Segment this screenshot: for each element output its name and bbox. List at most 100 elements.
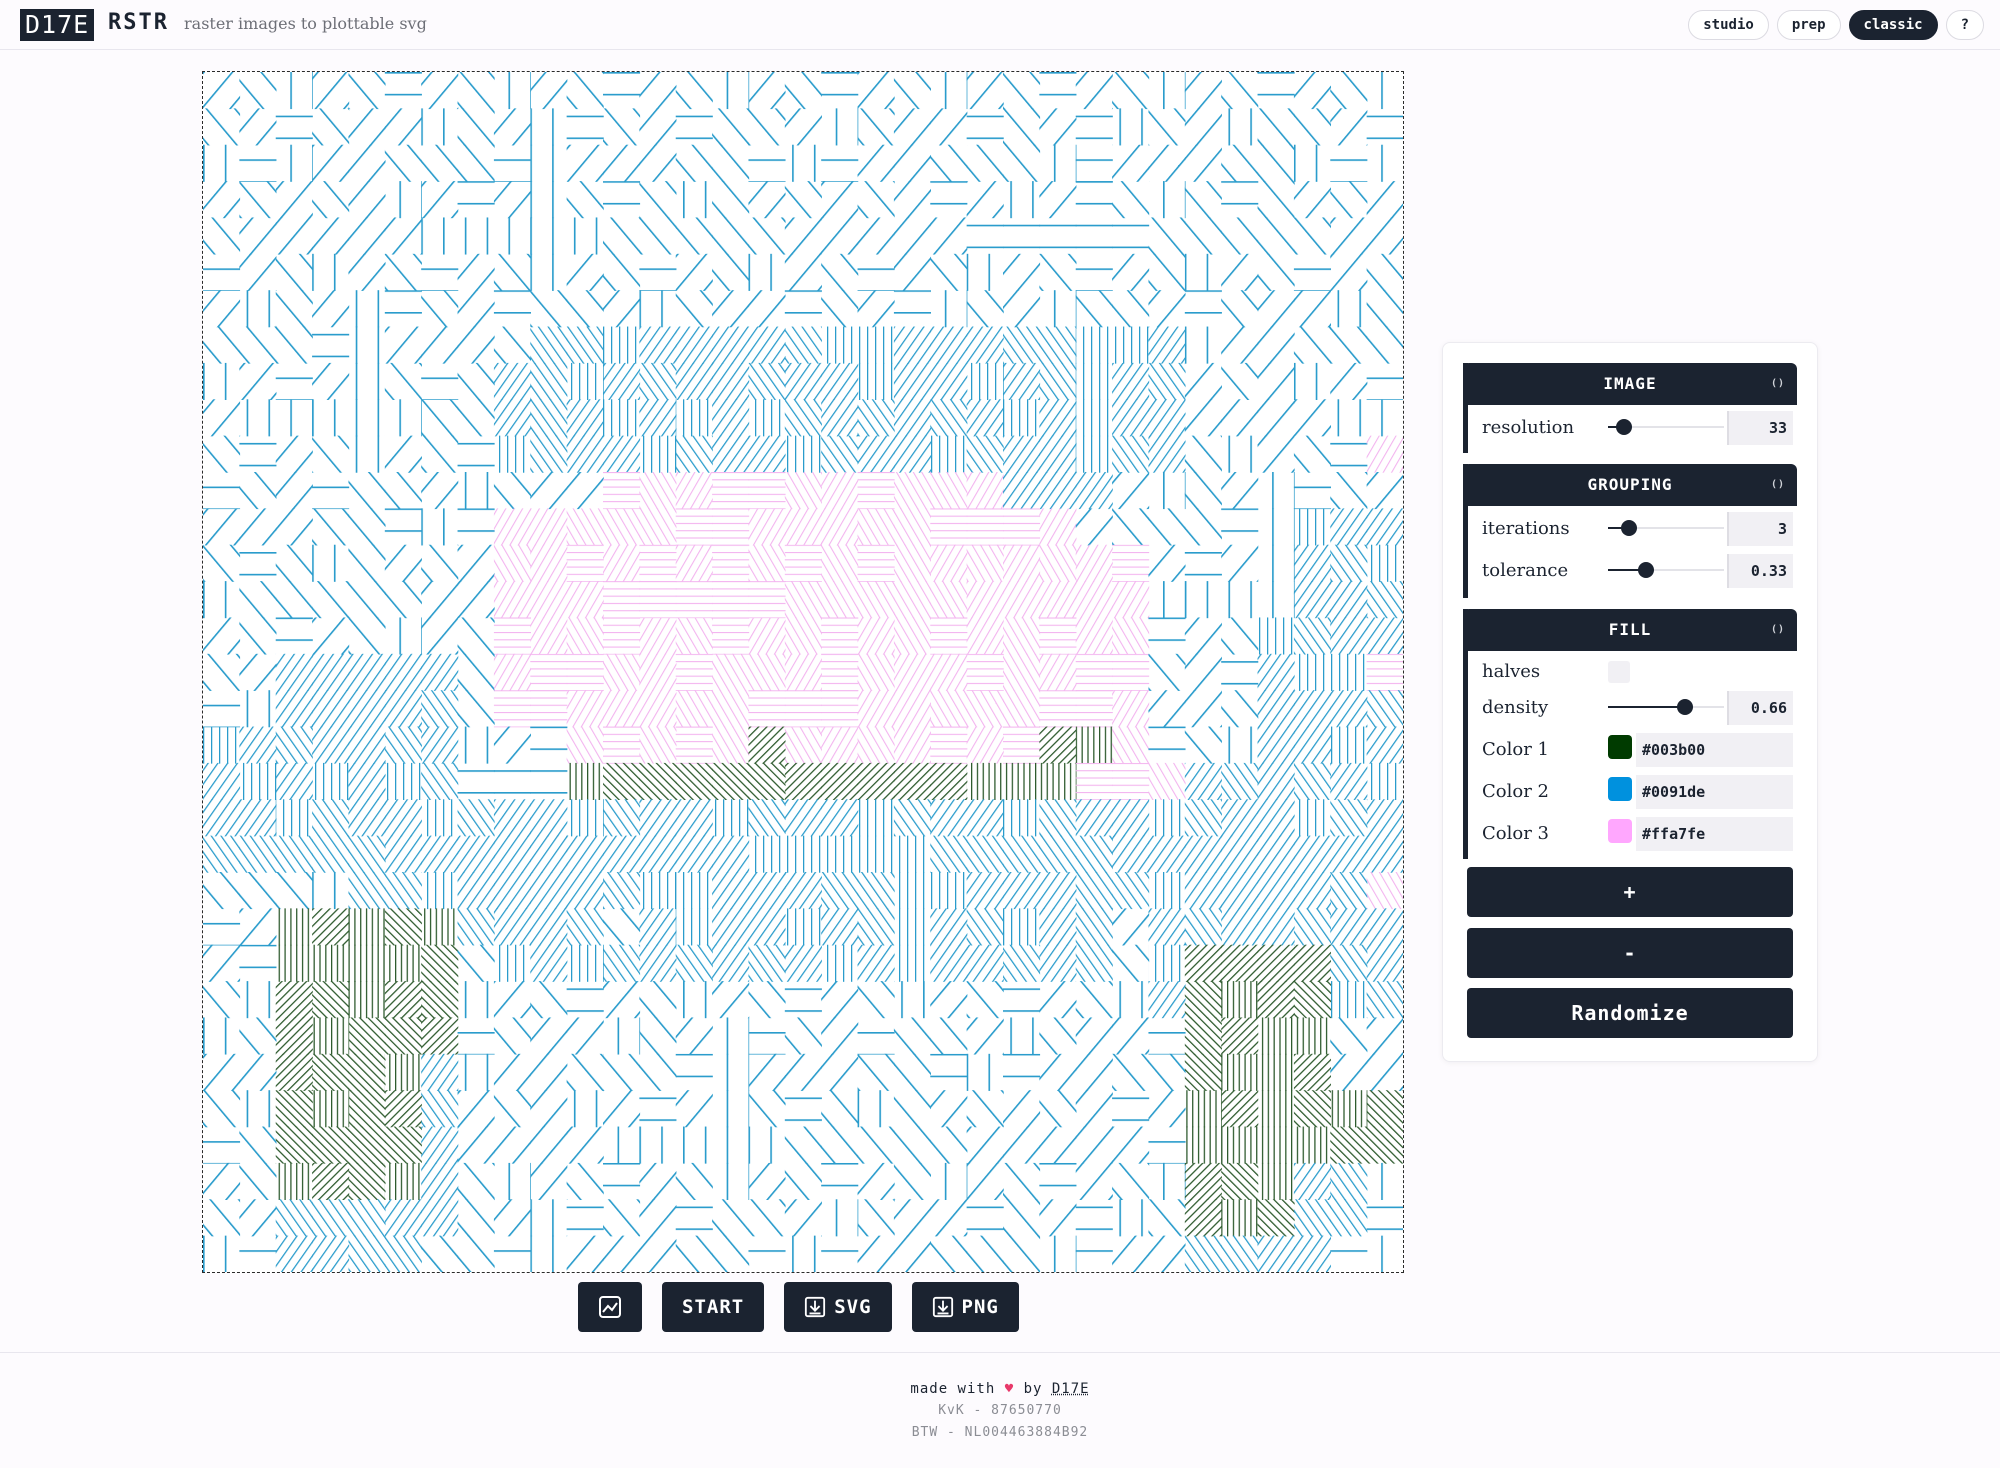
plot-cell: [966, 362, 1004, 401]
load-image-button[interactable]: [578, 1282, 642, 1332]
plot-cell: [748, 362, 786, 401]
plot-cell: [1148, 253, 1186, 291]
iterations-slider[interactable]: [1608, 520, 1724, 536]
halves-checkbox[interactable]: [1608, 661, 1630, 683]
plot-cell: [566, 253, 604, 291]
color-1-input[interactable]: #003b00: [1636, 733, 1793, 767]
tolerance-slider[interactable]: [1608, 562, 1724, 578]
color-2-swatch[interactable]: [1608, 777, 1632, 801]
plot-cell: [1039, 544, 1077, 582]
plot-cell: [530, 690, 568, 728]
iterations-slider-thumb[interactable]: [1620, 520, 1637, 536]
start-button[interactable]: START: [662, 1282, 765, 1332]
remove-color-button[interactable]: -: [1467, 928, 1793, 978]
randomize-button[interactable]: Randomize: [1467, 988, 1793, 1038]
plot-cell: [312, 1017, 350, 1055]
plot-cell: [203, 217, 241, 255]
plot-canvas[interactable]: [202, 71, 1404, 1273]
plot-cell: [530, 544, 568, 582]
plot-cell: [530, 1126, 568, 1164]
plot-cell: [493, 1017, 531, 1055]
plot-cell: [457, 326, 495, 364]
plot-cell: [893, 1090, 931, 1128]
plot-cell: [930, 399, 968, 437]
plot-cell: [893, 835, 931, 873]
tolerance-slider-thumb[interactable]: [1638, 562, 1655, 578]
collapse-icon[interactable]: (): [1771, 363, 1785, 405]
plot-cell: [1293, 326, 1331, 364]
plot-cell: [1003, 944, 1041, 982]
download-png-button[interactable]: PNG: [911, 1282, 1019, 1332]
plot-cell: [1112, 690, 1150, 728]
mode-classic-button[interactable]: classic: [1848, 10, 1938, 40]
plot-cell: [203, 1162, 241, 1200]
plot-cell: [821, 690, 859, 728]
density-input[interactable]: 0.66: [1727, 691, 1793, 725]
plot-cell: [966, 762, 1004, 800]
plot-cell: [1366, 508, 1403, 546]
resolution-row: resolution 33: [1478, 409, 1797, 447]
iterations-input[interactable]: 3: [1727, 512, 1793, 546]
color-3-swatch[interactable]: [1608, 819, 1632, 843]
plot-cell: [239, 362, 277, 401]
plot-cell: [275, 690, 313, 728]
plot-cell: [893, 762, 931, 800]
resolution-slider[interactable]: [1608, 419, 1724, 435]
mode-prep-button[interactable]: prep: [1776, 10, 1841, 40]
plot-cell: [1003, 1090, 1041, 1128]
plot-cell: [1330, 1162, 1368, 1200]
resolution-slider-thumb[interactable]: [1616, 419, 1633, 435]
tolerance-input[interactable]: 0.33: [1727, 554, 1793, 588]
plot-cell: [893, 435, 931, 473]
plot-cell: [1330, 981, 1368, 1019]
plot-cell: [312, 1199, 350, 1237]
author-link[interactable]: D17E: [1052, 1381, 1090, 1397]
plot-cell: [1293, 1090, 1331, 1128]
plot-cell: [1330, 1126, 1368, 1164]
plot-cell: [530, 1162, 568, 1200]
plot-cell: [530, 181, 568, 219]
fill-section-header[interactable]: FILL (): [1463, 609, 1797, 651]
plot-cell: [275, 326, 313, 364]
plot-cell: [821, 1235, 859, 1272]
plot-cell: [930, 253, 968, 291]
plot-cell: [275, 872, 313, 910]
plot-cell: [203, 690, 241, 728]
plot-cell: [1257, 1017, 1295, 1055]
plot-cell: [1075, 253, 1113, 291]
resolution-input[interactable]: 33: [1727, 411, 1793, 445]
plot-cell: [312, 944, 350, 982]
download-svg-button[interactable]: SVG: [784, 1282, 892, 1332]
logo[interactable]: D17E: [20, 9, 95, 41]
color-1-swatch[interactable]: [1608, 735, 1632, 759]
plot-cell: [966, 72, 1004, 110]
plot-cell: [203, 762, 241, 800]
density-slider-thumb[interactable]: [1676, 699, 1693, 715]
grouping-section-header[interactable]: GROUPING (): [1463, 464, 1797, 506]
plot-cell: [1293, 581, 1331, 619]
plot-cell: [1257, 726, 1295, 764]
plot-cell: [712, 617, 750, 655]
plot-cell: [1039, 1126, 1077, 1164]
image-section-header[interactable]: IMAGE (): [1463, 363, 1797, 405]
plot-cell: [1184, 1017, 1222, 1055]
plot-cell: [1184, 181, 1222, 219]
color-2-input[interactable]: #0091de: [1636, 775, 1793, 809]
plot-cell: [821, 362, 859, 401]
density-slider[interactable]: [1608, 699, 1724, 715]
collapse-icon[interactable]: (): [1771, 464, 1785, 506]
plot-cell: [1293, 1126, 1331, 1164]
plot-cell: [203, 1017, 241, 1055]
plot-cell: [821, 617, 859, 655]
help-button[interactable]: ?: [1945, 10, 1984, 40]
add-color-button[interactable]: +: [1467, 867, 1793, 917]
plot-cell: [966, 108, 1004, 146]
plot-cell: [1366, 690, 1403, 728]
color-3-input[interactable]: #ffa7fe: [1636, 817, 1793, 851]
plot-cell: [1221, 1162, 1259, 1200]
collapse-icon[interactable]: (): [1771, 609, 1785, 651]
plot-cell: [1257, 1053, 1295, 1091]
plot-cell: [493, 944, 531, 982]
plot-cell: [1330, 181, 1368, 219]
mode-studio-button[interactable]: studio: [1688, 10, 1769, 40]
